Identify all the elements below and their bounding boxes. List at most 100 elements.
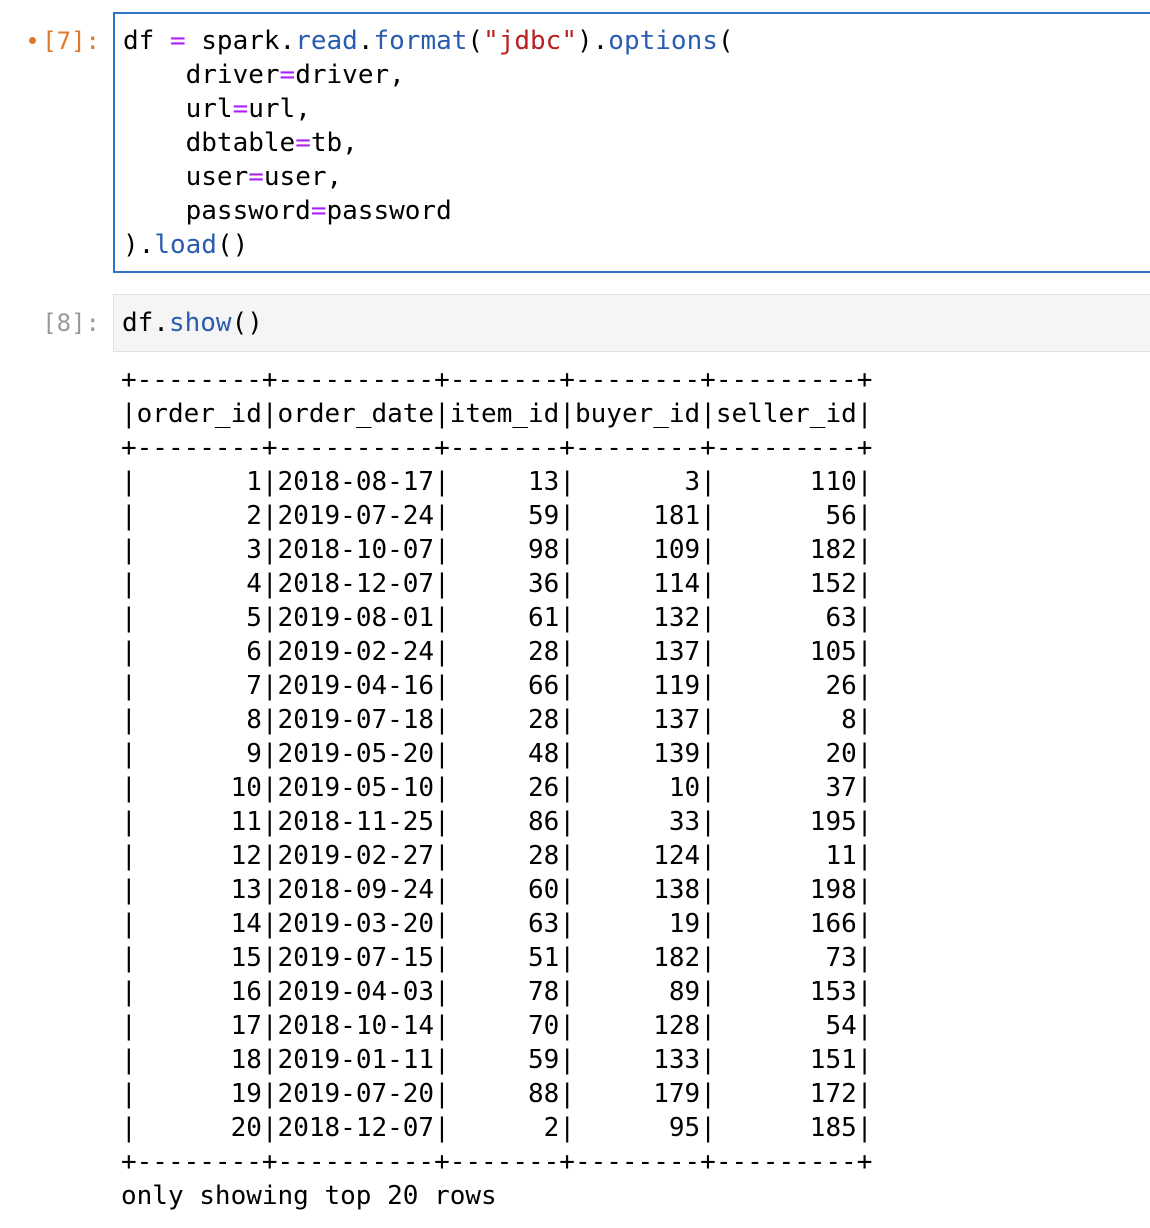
table-cell: 60 [449,875,560,905]
table-cell: 54 [715,1011,857,1041]
table-cell: 2019-04-03 [277,977,435,1007]
table-cell: 88 [449,1079,560,1109]
code-line-2: driver=driver, [123,60,405,90]
execution-count: [7]: [42,27,100,55]
table-row: | 10|2019-05-10| 26| 10| 37| [121,773,873,803]
table-cell: 2019-07-20 [277,1079,435,1109]
table-cell: 2018-11-25 [277,807,435,837]
table-cell: 132 [574,603,701,633]
table-cell: 95 [574,1113,701,1143]
table-row: | 12|2019-02-27| 28| 124| 11| [121,841,873,871]
table-cell: 119 [574,671,701,701]
table-cell: 2018-12-07 [277,569,435,599]
table-cell: 3 [136,535,262,565]
table-cell: 138 [574,875,701,905]
table-row: | 9|2019-05-20| 48| 139| 20| [121,739,873,769]
table-cell: 18 [136,1045,262,1075]
table-cell: 137 [574,705,701,735]
table-cell: 114 [574,569,701,599]
table-cell: 48 [449,739,560,769]
table-cell: 172 [715,1079,857,1109]
table-cell: 10 [136,773,262,803]
table-cell: 14 [136,909,262,939]
table-cell: 139 [574,739,701,769]
table-cell: 15 [136,943,262,973]
table-row: | 18|2019-01-11| 59| 133| 151| [121,1045,873,1075]
table-cell: 8 [136,705,262,735]
table-cell: 137 [574,637,701,667]
table-cell: 13 [449,467,560,497]
table-row: | 7|2019-04-16| 66| 119| 26| [121,671,873,701]
cell-8-prompt: [8]: [0,306,100,340]
table-cell: 2018-10-07 [277,535,435,565]
table-cell: 20 [136,1113,262,1143]
table-cell: 56 [715,501,857,531]
execution-count: [8]: [42,309,100,337]
table-cell: 26 [449,773,560,803]
table-cell: 28 [449,637,560,667]
column-header: item_id [449,399,560,429]
table-row: | 15|2019-07-15| 51| 182| 73| [121,943,873,973]
table-cell: 20 [715,739,857,769]
table-cell: 2018-10-14 [277,1011,435,1041]
table-cell: 2018-12-07 [277,1113,435,1143]
cell-8-output: +--------+----------+-------+--------+--… [121,363,872,1213]
table-cell: 6 [136,637,262,667]
code-editor[interactable]: df.show() [122,306,263,340]
column-header: buyer_id [574,399,701,429]
table-cell: 2019-04-16 [277,671,435,701]
table-cell: 73 [715,943,857,973]
table-row: | 14|2019-03-20| 63| 19| 166| [121,909,873,939]
table-cell: 9 [136,739,262,769]
table-cell: 26 [715,671,857,701]
table-row: | 11|2018-11-25| 86| 33| 195| [121,807,873,837]
table-header: |order_id|order_date|item_id|buyer_id|se… [121,399,873,429]
table-cell: 78 [449,977,560,1007]
table-cell: 51 [449,943,560,973]
table-cell: 153 [715,977,857,1007]
table-cell: 2 [449,1113,560,1143]
table-cell: 182 [574,943,701,973]
table-row: | 8|2019-07-18| 28| 137| 8| [121,705,873,735]
table-cell: 12 [136,841,262,871]
code-cell-7-input[interactable]: df = spark.read.format("jdbc").options( … [113,12,1150,273]
code-editor[interactable]: df = spark.read.format("jdbc").options( … [123,24,734,262]
table-cell: 2018-08-17 [277,467,435,497]
table-cell: 133 [574,1045,701,1075]
table-cell: 2019-08-01 [277,603,435,633]
code-line-1: df.show() [122,308,263,338]
table-cell: 4 [136,569,262,599]
table-row: | 5|2019-08-01| 61| 132| 63| [121,603,873,633]
table-cell: 2019-07-18 [277,705,435,735]
table-cell: 185 [715,1113,857,1143]
table-cell: 2 [136,501,262,531]
table-cell: 63 [715,603,857,633]
table-row: | 1|2018-08-17| 13| 3| 110| [121,467,873,497]
table-cell: 11 [715,841,857,871]
table-cell: 33 [574,807,701,837]
table-cell: 10 [574,773,701,803]
table-separator: +--------+----------+-------+--------+--… [121,433,873,463]
table-cell: 2018-09-24 [277,875,435,905]
column-header: order_date [277,399,435,429]
table-cell: 152 [715,569,857,599]
column-header: seller_id [715,399,857,429]
code-line-4: dbtable=tb, [123,128,358,158]
table-cell: 37 [715,773,857,803]
table-cell: 13 [136,875,262,905]
table-cell: 105 [715,637,857,667]
cell-7-prompt: [7]: [0,24,100,58]
code-line-3: url=url, [123,94,311,124]
table-cell: 2019-02-24 [277,637,435,667]
code-line-5: user=user, [123,162,343,192]
table-row: | 20|2018-12-07| 2| 95| 185| [121,1113,873,1143]
table-row: | 4|2018-12-07| 36| 114| 152| [121,569,873,599]
table-cell: 66 [449,671,560,701]
table-cell: 124 [574,841,701,871]
code-line-6: password=password [123,196,452,226]
table-cell: 179 [574,1079,701,1109]
table-cell: 2019-07-15 [277,943,435,973]
code-cell-8-input[interactable]: df.show() [113,294,1150,352]
table-row: | 2|2019-07-24| 59| 181| 56| [121,501,873,531]
table-cell: 128 [574,1011,701,1041]
